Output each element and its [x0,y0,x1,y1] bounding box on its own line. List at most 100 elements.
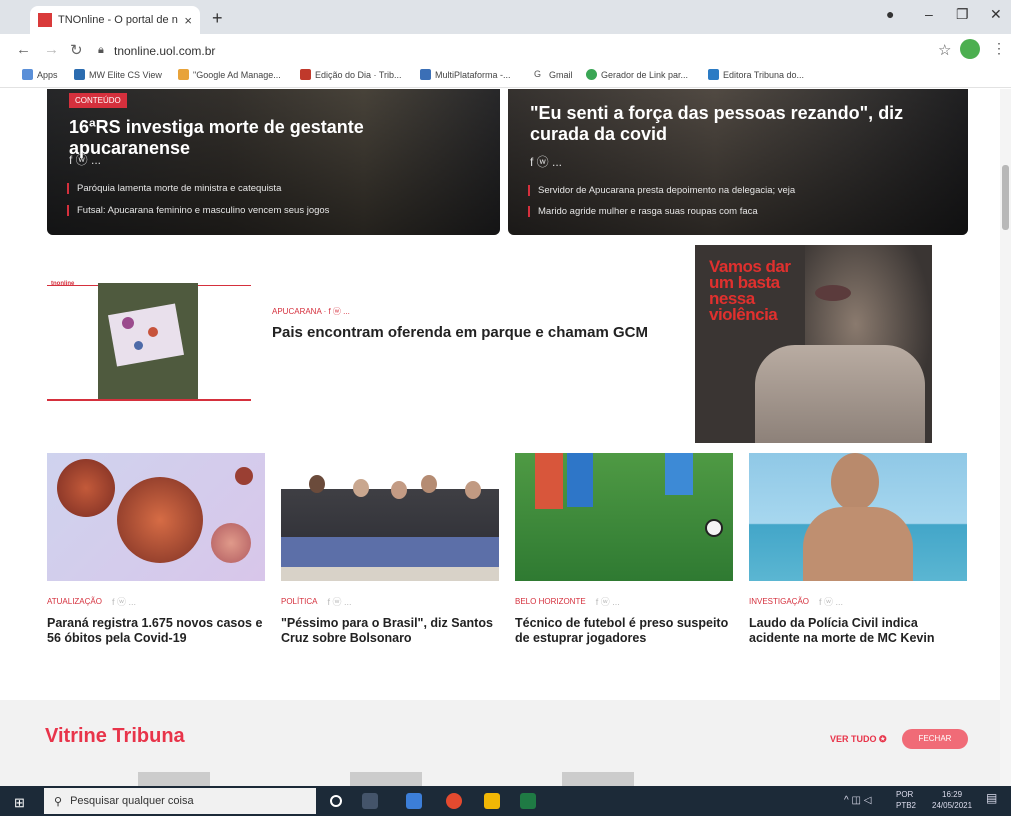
close-window-button[interactable]: ✕ [990,6,1002,23]
card-title[interactable]: Paraná registra 1.675 novos casos e 56 ó… [47,616,265,646]
bookmark-item[interactable]: MultiPlataforma -... [420,69,511,80]
share-icons[interactable]: f ⓦ ... [69,151,101,168]
browser-tab[interactable]: TNOnline - O portal de notícias × [30,6,200,34]
related-link[interactable]: Marido agride mulher e rasga suas roupas… [528,206,958,217]
ad-banner[interactable]: Vamos dar um basta nessa violência [695,245,932,443]
related-link[interactable]: Futsal: Apucarana feminino e masculino v… [67,205,490,216]
minimize-button[interactable]: – [925,6,933,22]
menu-kebab-icon[interactable]: ⋮ [992,40,1006,57]
google-icon: G [534,69,545,80]
apps-icon [22,69,33,80]
share-icons[interactable]: f ⓦ ... [112,595,136,608]
chrome-icon[interactable] [446,793,462,809]
featured-thumbnail[interactable]: tnonline [47,281,251,403]
card-title[interactable]: Laudo da Polícia Civil indica acidente n… [749,616,967,646]
bookmark-item[interactable]: MW Elite CS View [74,69,162,80]
url-field[interactable]: tnonline.uol.com.br [114,44,215,58]
bookmark-item[interactable]: Edição do Dia · Trib... [300,69,402,80]
bookmark-icon [178,69,189,80]
bookmark-apps[interactable]: Apps [22,69,58,80]
hero-title[interactable]: 16ªRS investiga morte de gestante apucar… [69,117,486,159]
face-shape [831,453,879,511]
head-shape [309,475,325,493]
taskbar-search[interactable]: ⚲ Pesquisar qualquer coisa [44,788,316,814]
hero-story[interactable]: "Eu senti a força das pessoas rezando", … [508,89,968,235]
card-kicker: ATUALIZAÇÃO f ⓦ ... [47,595,136,608]
clock[interactable]: 16:29 24/05/2021 [932,789,972,811]
news-card[interactable]: ATUALIZAÇÃO f ⓦ ... Paraná registra 1.675… [47,453,265,646]
bookmark-item[interactable]: Gerador de Link par... [586,69,688,80]
search-icon: ⚲ [54,795,63,808]
share-icons[interactable]: f ⓦ ... [530,153,562,170]
related-link[interactable]: Paróquia lamenta morte de ministra e cat… [67,183,490,194]
profile-icon[interactable]: ● [886,6,894,22]
pattern-dot [148,327,158,337]
virus-shape [211,523,251,563]
featured-kicker[interactable]: APUCARANA · f ⓦ ... [272,306,350,317]
back-icon[interactable]: ← [16,41,31,58]
crowd-shape [281,537,499,567]
player-shape [665,453,693,495]
bookmark-icon [420,69,431,80]
related-link[interactable]: Servidor de Apucarana presta depoimento … [528,185,958,196]
close-button[interactable]: FECHAR [902,729,968,749]
share-icons[interactable]: f ⓦ ... [819,595,843,608]
bookmark-icon [300,69,311,80]
ball-shape [705,519,723,537]
language-indicator[interactable]: POR PTB2 [896,789,916,811]
player-shape [567,453,593,507]
hero-story[interactable]: CONTEÚDO 16ªRS investiga morte de gestan… [47,89,500,235]
torso-shape [803,507,913,581]
tab-title: TNOnline - O portal de notícias [58,14,178,26]
vitrine-title: Vitrine Tribuna [45,725,185,747]
hero-title[interactable]: "Eu senti a força das pessoas rezando", … [530,103,954,145]
share-icons[interactable]: f ⓦ ... [327,595,351,608]
vitrine-thumbnail[interactable] [562,772,634,786]
profile-avatar[interactable] [960,39,980,59]
card-title[interactable]: Técnico de futebol é preso suspeito de e… [515,616,733,646]
divider [47,399,251,401]
task-view-icon[interactable] [362,793,378,809]
featured-image [98,283,198,400]
share-icons[interactable]: f ⓦ ... [596,595,620,608]
cloth-shape [108,303,184,367]
notifications-icon[interactable]: ▤ [986,792,997,804]
vitrine-thumbnail[interactable] [350,772,422,786]
reload-icon[interactable]: ↻ [70,41,83,59]
railing [281,567,499,581]
card-kicker: POLÍTICA f ⓦ ... [281,595,352,608]
close-tab-icon[interactable]: × [184,13,192,28]
favicon-icon [38,13,52,27]
card-image [281,453,499,581]
bookmark-icon [708,69,719,80]
vitrine-thumbnail[interactable] [138,772,210,786]
lock-icon: 🔒︎ [98,44,104,56]
app-icon[interactable] [406,793,422,809]
head-shape [391,481,407,499]
bookmark-item[interactable]: Editora Tribuna do... [708,69,804,80]
bookmark-item[interactable]: "Google Ad Manage... [178,69,281,80]
restore-button[interactable]: ❐ [956,6,969,23]
news-card[interactable]: POLÍTICA f ⓦ ... "Péssimo para o Brasil",… [281,453,499,646]
bookmark-icon [586,69,597,80]
bookmark-icon [74,69,85,80]
see-all-link[interactable]: VER TUDO ✪ [830,734,887,745]
system-tray-icons[interactable]: ^ ◫ ◁ [844,795,871,806]
bookmark-item[interactable]: G Gmail [534,69,573,80]
excel-icon[interactable] [520,793,536,809]
windows-start-icon[interactable]: ⊞ [14,795,25,811]
news-card[interactable]: BELO HORIZONTE f ⓦ ... Técnico de futebol… [515,453,733,646]
file-explorer-icon[interactable] [484,793,500,809]
card-title[interactable]: "Péssimo para o Brasil", diz Santos Cruz… [281,616,499,646]
card-kicker: BELO HORIZONTE f ⓦ ... [515,595,620,608]
bookmark-star-icon[interactable]: ☆ [938,41,951,59]
forward-icon[interactable]: → [44,41,59,58]
ad-text: Vamos dar um basta nessa violência [709,257,791,324]
scrollbar-thumb[interactable] [1002,165,1009,230]
news-card[interactable]: INVESTIGAÇÃO f ⓦ ... Laudo da Polícia Civ… [749,453,967,646]
new-tab-button[interactable]: + [212,8,223,29]
featured-title[interactable]: Pais encontram oferenda em parque e cham… [272,324,648,341]
cortana-icon[interactable] [330,795,342,807]
virus-shape [235,467,253,485]
category-tag[interactable]: CONTEÚDO [69,93,127,108]
